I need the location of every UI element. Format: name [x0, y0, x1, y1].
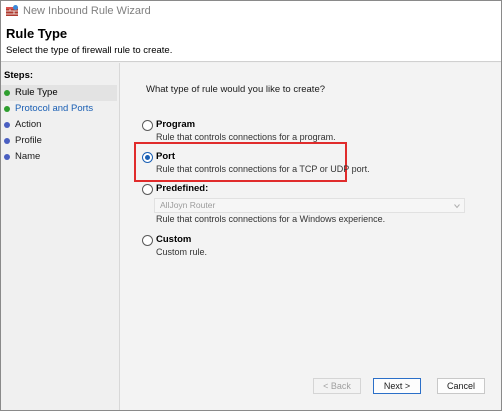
step-status-icon	[4, 138, 10, 144]
title-bar: New Inbound Rule Wizard	[1, 1, 501, 22]
option-label: Predefined:	[156, 183, 209, 194]
step-action[interactable]: Action	[1, 117, 117, 133]
option-label: Port	[156, 151, 175, 162]
program-radio[interactable]	[142, 120, 153, 131]
option-label: Program	[156, 119, 196, 130]
firewall-icon	[6, 5, 18, 16]
step-label: Action	[15, 119, 42, 130]
predefined-dropdown[interactable]: AllJoyn Router	[154, 198, 465, 213]
cancel-button[interactable]: Cancel	[437, 378, 485, 394]
step-rule-type[interactable]: Rule Type	[1, 85, 117, 101]
option-label: Custom	[156, 234, 192, 245]
page-title: Rule Type	[6, 26, 68, 41]
next-button[interactable]: Next >	[373, 378, 421, 394]
option-description: Rule that controls connections for a pro…	[156, 132, 336, 142]
step-status-icon	[4, 154, 10, 160]
dropdown-value: AllJoyn Router	[160, 200, 216, 210]
page-subtitle: Select the type of firewall rule to crea…	[6, 45, 173, 56]
step-status-icon	[4, 106, 10, 112]
step-protocol-and-ports[interactable]: Protocol and Ports	[1, 101, 117, 117]
option-description: Rule that controls connections for a Win…	[156, 214, 386, 224]
option-description: Rule that controls connections for a TCP…	[156, 164, 370, 174]
main-content: What type of rule would you like to crea…	[119, 63, 501, 410]
custom-radio[interactable]	[142, 235, 153, 246]
steps-heading: Steps:	[4, 70, 34, 81]
steps-sidebar: Steps: Rule Type Protocol and Ports Acti…	[1, 63, 117, 410]
window-title: New Inbound Rule Wizard	[23, 5, 151, 17]
step-label: Rule Type	[15, 87, 58, 98]
back-button[interactable]: < Back	[313, 378, 361, 394]
chevron-down-icon	[454, 204, 460, 209]
predefined-radio[interactable]	[142, 184, 153, 195]
rule-type-question: What type of rule would you like to crea…	[146, 84, 326, 95]
step-status-icon	[4, 122, 10, 128]
step-label: Profile	[15, 135, 42, 146]
selection-highlight-box	[134, 142, 347, 182]
step-label: Protocol and Ports	[15, 103, 94, 114]
step-name[interactable]: Name	[1, 149, 117, 165]
wizard-window: New Inbound Rule Wizard Rule Type Select…	[0, 0, 502, 411]
step-label: Name	[15, 151, 41, 162]
page-header: Rule Type Select the type of firewall ru…	[1, 22, 501, 62]
option-description: Custom rule.	[156, 247, 208, 257]
step-status-icon	[4, 90, 10, 96]
port-radio[interactable]	[142, 152, 153, 163]
step-profile[interactable]: Profile	[1, 133, 117, 149]
